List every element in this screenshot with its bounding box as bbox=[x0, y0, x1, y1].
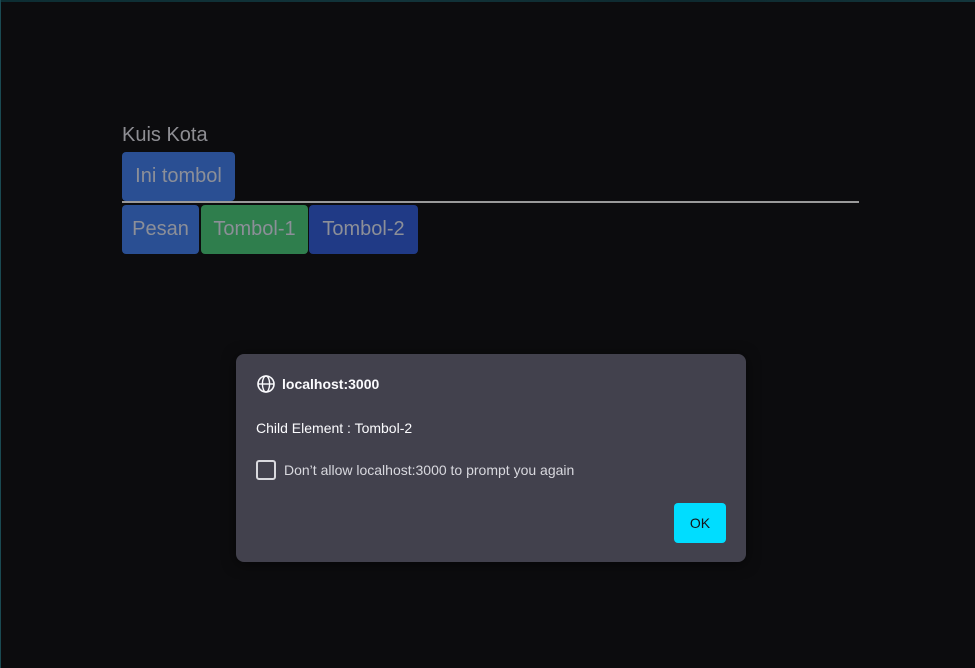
app-title: Kuis Kota bbox=[122, 124, 208, 146]
horizontal-divider bbox=[122, 201, 859, 203]
dialog-header: localhost:3000 bbox=[256, 374, 379, 394]
app-page: Kuis Kota Ini tombol Pesan Tombol-1 Tomb… bbox=[0, 0, 975, 668]
tombol-2-button[interactable]: Tombol-2 bbox=[309, 205, 418, 254]
ok-button[interactable]: OK bbox=[674, 503, 726, 543]
pesan-button[interactable]: Pesan bbox=[122, 205, 199, 254]
globe-icon bbox=[256, 374, 276, 394]
dialog-origin: localhost:3000 bbox=[282, 376, 380, 392]
ini-tombol-button[interactable]: Ini tombol bbox=[122, 152, 235, 201]
dialog-message: Child Element : Tombol-2 bbox=[256, 420, 413, 436]
top-strip bbox=[1, 0, 975, 2]
alert-dialog: localhost:3000 Child Element : Tombol-2 … bbox=[236, 354, 746, 562]
tombol-1-button[interactable]: Tombol-1 bbox=[201, 205, 308, 254]
dont-allow-label[interactable]: Don’t allow localhost:3000 to prompt you… bbox=[284, 462, 574, 478]
dont-allow-checkbox[interactable] bbox=[256, 460, 276, 480]
dont-allow-row[interactable]: Don’t allow localhost:3000 to prompt you… bbox=[256, 460, 574, 480]
